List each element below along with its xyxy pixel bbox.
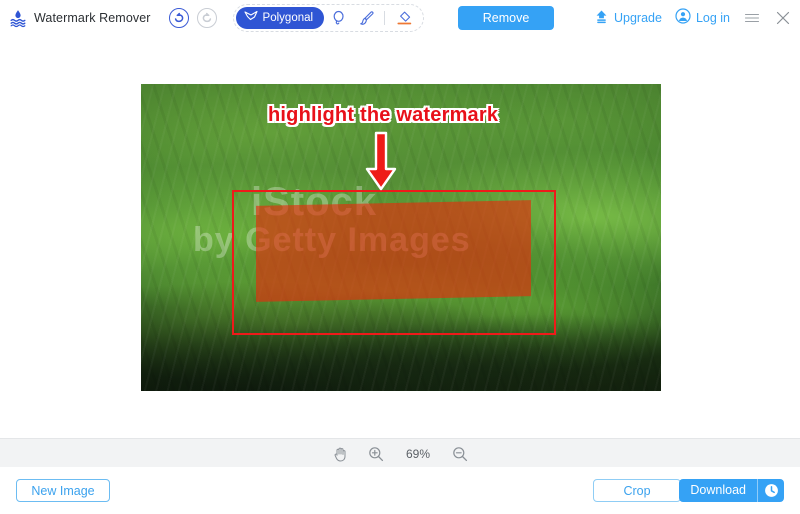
zoom-in-icon[interactable] [367, 445, 385, 463]
header-right-group: Upgrade Log in [594, 0, 792, 35]
brand: Watermark Remover [8, 8, 151, 28]
new-image-button[interactable]: New Image [16, 479, 110, 502]
login-label: Log in [695, 10, 730, 25]
editor-canvas[interactable]: iStock by Getty Images highlight the wat… [0, 35, 800, 438]
zoom-toolbar: 69% [0, 438, 800, 468]
tool-group: Polygonal [232, 3, 425, 32]
upgrade-arrow-icon [594, 9, 609, 27]
tool-polygonal-label: Polygonal [262, 11, 314, 24]
upgrade-button[interactable]: Upgrade [594, 9, 662, 27]
selection-rectangle[interactable] [232, 190, 556, 335]
footer-bar: New Image Crop Download [0, 467, 800, 514]
remove-button[interactable]: Remove [458, 5, 555, 30]
polygonal-lasso-icon [243, 10, 258, 25]
brush-icon[interactable] [354, 6, 380, 30]
undo-redo-group [168, 7, 217, 28]
app-title: Watermark Remover [34, 10, 151, 25]
annotation-label: highlight the watermark [268, 104, 499, 126]
login-button[interactable]: Log in [675, 8, 730, 27]
app-header: Watermark Remover Polygonal Remove Upgra… [0, 0, 800, 36]
watermark-remover-app: Watermark Remover Polygonal Remove Upgra… [0, 0, 800, 514]
watermark-droplet-icon [8, 8, 28, 28]
close-icon[interactable] [774, 9, 792, 27]
clock-history-icon[interactable] [758, 479, 784, 502]
download-button[interactable]: Download [679, 479, 784, 502]
zoom-out-icon[interactable] [451, 445, 469, 463]
crop-button[interactable]: Crop [593, 479, 681, 502]
tool-separator [384, 10, 386, 25]
hand-pan-icon[interactable] [331, 445, 349, 463]
user-avatar-icon [675, 8, 691, 27]
redo-arrow-icon [196, 7, 217, 28]
tool-polygonal[interactable]: Polygonal [235, 6, 325, 29]
down-arrow-annotation-icon [362, 131, 400, 193]
download-label: Download [690, 483, 746, 497]
eraser-icon[interactable] [391, 6, 417, 30]
undo-arrow-icon[interactable] [168, 7, 189, 28]
zoom-level-label: 69% [405, 446, 431, 461]
upgrade-label: Upgrade [613, 10, 662, 25]
lasso-icon[interactable] [326, 6, 352, 30]
hamburger-menu-icon[interactable] [743, 9, 761, 27]
